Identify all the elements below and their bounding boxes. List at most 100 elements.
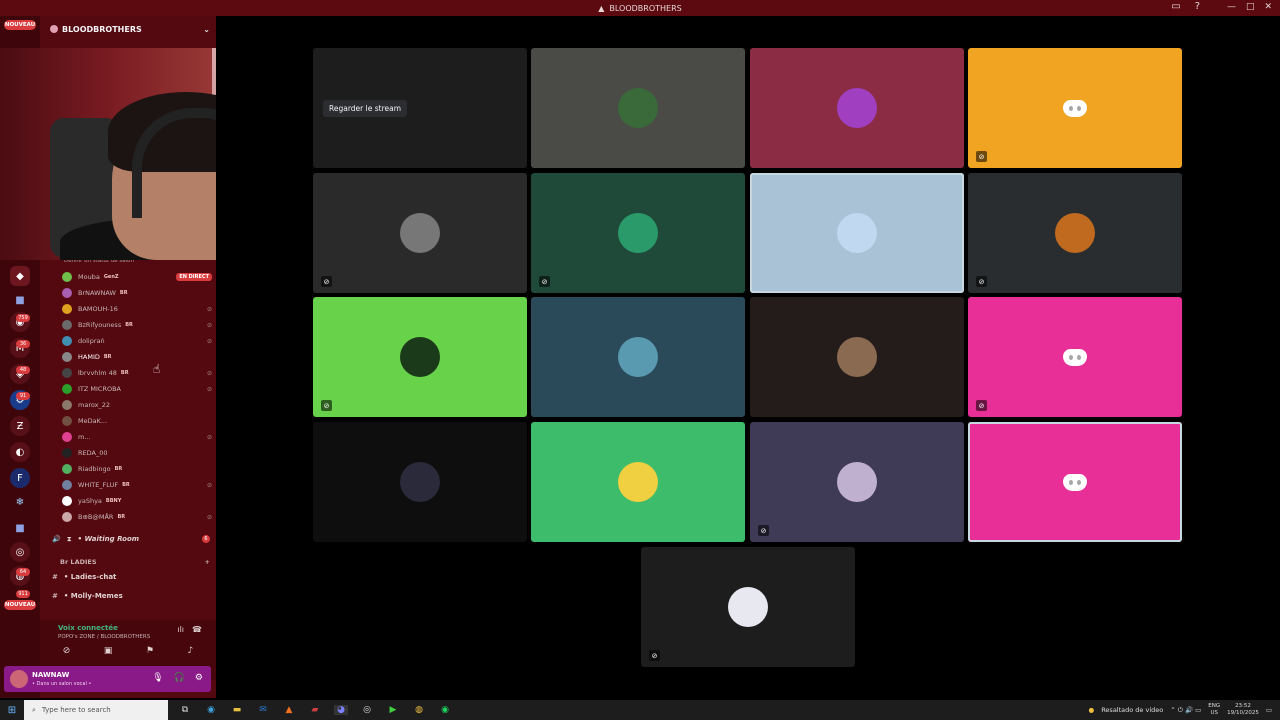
participant-tile[interactable]: ⊘: [968, 48, 1182, 168]
avatar: [62, 368, 72, 378]
member-row[interactable]: yaShya BBNY: [62, 494, 212, 508]
participant-tile[interactable]: [531, 422, 745, 542]
obs-icon[interactable]: ◎: [360, 705, 374, 715]
soundboard-icon[interactable]: ♪: [187, 646, 193, 656]
add-channel-icon[interactable]: +: [205, 558, 210, 566]
app-icon[interactable]: ▲: [282, 705, 296, 715]
member-name: marox_22: [78, 401, 110, 409]
channel-label: • Waiting Room: [77, 535, 140, 543]
unread-badge: 6: [202, 535, 210, 543]
search-input[interactable]: ⌕ Type here to search: [24, 700, 168, 720]
language[interactable]: ENG US: [1208, 703, 1220, 717]
server-icon[interactable]: ◎: [10, 542, 30, 562]
member-row[interactable]: m... ⊘: [62, 430, 212, 444]
inbox-icon[interactable]: ▭: [1171, 1, 1180, 12]
task-view-icon[interactable]: ⧉: [178, 705, 192, 715]
participant-tile[interactable]: [968, 422, 1182, 542]
tray-icons[interactable]: ⌃ ⏻ 🔊 ▭: [1170, 706, 1201, 715]
play-icon[interactable]: ▶: [386, 705, 400, 715]
voice-channel[interactable]: POPO's ZONE / BLOODBROTHERS: [58, 634, 150, 640]
avatar[interactable]: [10, 670, 28, 688]
member-row[interactable]: Mouba GenZ EN DIRECT: [62, 270, 212, 284]
member-row[interactable]: HAMID BR: [62, 350, 212, 364]
server-icon-bloodbrothers[interactable]: ◆: [10, 266, 30, 286]
member-row[interactable]: ITZ MICROBA ⊘: [62, 382, 212, 396]
disconnect-icon[interactable]: ☎: [192, 625, 202, 634]
outlook-icon[interactable]: ✉: [256, 705, 270, 715]
channel-waiting-room[interactable]: 🔊 ⧗ • Waiting Room 6: [52, 531, 210, 547]
participant-tile[interactable]: ⊘: [531, 173, 745, 293]
member-row[interactable]: Riadbingo BR: [62, 462, 212, 476]
voice-status[interactable]: Voix connectée: [58, 624, 118, 632]
server-icon[interactable]: F: [10, 468, 30, 488]
store-icon[interactable]: ▰: [308, 705, 322, 715]
server-header[interactable]: BLOODBROTHERS ⌄: [50, 22, 210, 36]
member-row[interactable]: doliprań ⊘: [62, 334, 212, 348]
screen-share-icon[interactable]: ▣: [104, 646, 113, 656]
windows-start-icon[interactable]: ⊞: [0, 705, 24, 716]
member-row[interactable]: marox_22: [62, 398, 212, 412]
member-tag: BR: [122, 482, 130, 488]
server-icon[interactable]: ◐: [10, 442, 30, 462]
participant-tile[interactable]: ⊘: [313, 173, 527, 293]
member-row[interactable]: lbrvvhlm 48 BR ⊘: [62, 366, 212, 380]
watch-stream-button[interactable]: Regarder le stream: [323, 100, 408, 117]
activity-icon[interactable]: ⚑: [146, 646, 154, 656]
participant-tile[interactable]: Regarder le stream: [313, 48, 527, 168]
server-icon[interactable]: Ƶ: [10, 416, 30, 436]
participant-tile[interactable]: [531, 297, 745, 417]
folder-icon[interactable]: ■: [10, 518, 30, 538]
username: NAWNAW: [32, 671, 70, 679]
member-name: BAMOUH-16: [78, 305, 118, 313]
headphones-icon[interactable]: 🎧: [174, 673, 185, 683]
member-name: HAMID: [78, 353, 100, 361]
member-row[interactable]: BAMOUH-16 ⊘: [62, 302, 212, 316]
gear-icon[interactable]: ⚙: [195, 673, 203, 683]
video-highlight[interactable]: Resaltado de vídeo: [1101, 706, 1163, 714]
maximize-button[interactable]: □: [1246, 2, 1255, 12]
participant-tile[interactable]: [531, 48, 745, 168]
photo-avatar: [837, 337, 877, 377]
category-ladies[interactable]: Br LADIES +: [60, 558, 210, 566]
member-row[interactable]: B⊕B@MÅR BR ⊘: [62, 510, 212, 524]
participant-tile[interactable]: [750, 48, 964, 168]
muted-icon: ⊘: [976, 151, 987, 162]
discord-icon[interactable]: ◕: [334, 705, 348, 715]
member-row[interactable]: WHITE_FLUF BR ⊘: [62, 478, 212, 492]
participant-tile[interactable]: ⊘: [750, 422, 964, 542]
participant-tile[interactable]: [313, 422, 527, 542]
window-title: BLOODBROTHERS: [609, 3, 682, 13]
folder-icon[interactable]: ■: [10, 290, 30, 310]
camera-off-icon[interactable]: ⊘: [63, 646, 71, 656]
participant-tile[interactable]: ⊘: [968, 173, 1182, 293]
member-row[interactable]: BrNAWNAW BR: [62, 286, 212, 300]
participant-tile[interactable]: [750, 173, 964, 293]
user-panel[interactable]: NAWNAW • Dans un salon vocal • 🎙 🎧 ⚙: [4, 666, 211, 692]
edge-icon[interactable]: ◉: [204, 705, 218, 715]
noise-icon[interactable]: ılı: [177, 625, 184, 634]
member-row[interactable]: REDA_00: [62, 446, 212, 460]
participant-tile[interactable]: ⊘: [313, 297, 527, 417]
avatar: [62, 512, 72, 522]
snowflake-icon[interactable]: ❄: [10, 492, 30, 512]
lightning-avatar: [618, 337, 658, 377]
member-row[interactable]: BzRifyouness BR ⊘: [62, 318, 212, 332]
participant-tile[interactable]: ⊘: [641, 547, 855, 667]
help-icon[interactable]: ?: [1195, 1, 1200, 12]
channel-molly-memes[interactable]: # • Molly-Memes: [52, 588, 210, 604]
mention-count: 48: [16, 366, 30, 374]
server-icon: [50, 25, 58, 33]
participant-tile[interactable]: [750, 297, 964, 417]
channel-ladies-chat[interactable]: # • Ladies-chat: [52, 569, 210, 585]
chevron-down-icon[interactable]: ⌄: [203, 25, 210, 34]
notification-center-icon[interactable]: ▭: [1266, 706, 1272, 714]
clock[interactable]: 23:52 19/10/2025: [1227, 703, 1259, 717]
member-row[interactable]: MeDaK...: [62, 414, 212, 428]
participant-tile[interactable]: ⊘: [968, 297, 1182, 417]
folder-icon[interactable]: ▬: [230, 705, 244, 715]
close-button[interactable]: ✕: [1264, 2, 1272, 12]
spotify-icon[interactable]: ◉: [438, 705, 452, 715]
minimize-button[interactable]: —: [1227, 2, 1236, 12]
chrome-icon[interactable]: ◍: [412, 705, 426, 715]
mic-icon[interactable]: 🎙: [152, 673, 163, 683]
